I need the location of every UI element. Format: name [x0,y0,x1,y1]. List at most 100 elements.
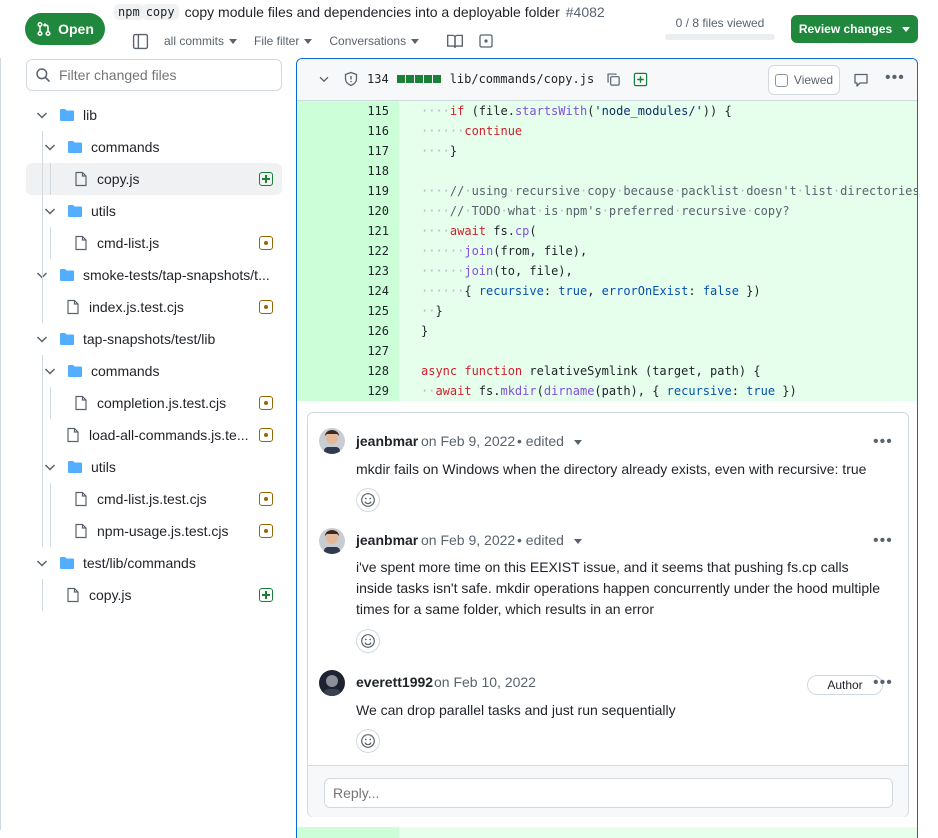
files-viewed-progress [665,34,775,40]
line-number[interactable]: 128 [347,364,389,378]
file-added-icon [259,588,273,602]
sidebar-toggle-icon[interactable] [132,33,149,50]
code-text: ······join(from, file), [421,244,588,258]
line-number[interactable]: 117 [347,144,389,158]
diff-file-path[interactable]: lib/commands/copy.js [450,72,595,86]
code-text: ······{ recursive: true, errorOnExist: f… [421,284,761,298]
line-number[interactable]: 115 [347,104,389,118]
tree-file-row[interactable]: copy.js [73,163,329,195]
chevron-down-icon[interactable] [574,440,582,445]
code-text: ····//·using·recursive·copy·because·pack… [421,184,917,198]
more-options-icon[interactable]: ••• [873,532,893,550]
tree-folder-row[interactable]: utils [42,195,298,227]
line-number[interactable]: 125 [347,304,389,318]
chevron-down-icon[interactable] [42,203,58,219]
tree-file-row[interactable]: completion.js.test.cjs [73,387,329,419]
git-pull-request-icon [37,21,51,37]
book-icon[interactable] [446,32,464,50]
comment-date[interactable]: on Feb 10, 2022 [434,674,536,690]
code-text: async function relativeSymlink (target, … [421,364,761,378]
line-number[interactable]: 122 [347,244,389,258]
file-diff-panel: 134 lib/commands/copy.js Viewed ••• 115 ·… [296,58,918,838]
line-number[interactable]: 119 [347,184,389,198]
tree-file-row[interactable]: load-all-commands.js.te... [65,419,321,451]
chevron-down-icon[interactable] [34,331,50,347]
comment-author[interactable]: jeanbmar [356,433,418,449]
line-number[interactable]: 123 [347,264,389,278]
tree-folder-row[interactable]: lib [34,99,290,131]
add-reaction-button[interactable] [356,629,380,653]
more-options-icon[interactable]: ••• [885,69,905,87]
commits-dropdown[interactable]: all commits [164,34,238,48]
comment-author[interactable]: jeanbmar [356,532,418,548]
chevron-down-icon[interactable] [34,107,50,123]
chevron-down-icon [902,26,911,32]
avatar[interactable] [319,428,345,454]
tree-file-row[interactable]: copy.js [65,579,321,611]
file-modified-icon [259,300,273,314]
line-number[interactable]: 116 [347,124,389,138]
chevron-down-icon[interactable] [42,363,58,379]
file-filter-dropdown[interactable]: File filter [254,34,313,48]
reply-input[interactable] [324,778,893,808]
tree-file-row[interactable]: npm-usage.js.test.cjs [73,515,329,547]
viewed-toggle[interactable]: Viewed [768,65,840,95]
line-number[interactable]: 118 [347,164,389,178]
tree-folder-row[interactable]: test/lib/commands [34,547,290,579]
diff-line: 129 ··await fs.mkdir(dirname(path), { rec… [297,381,917,401]
review-changes-button[interactable]: Review changes [791,15,918,43]
diff-file-header: 134 lib/commands/copy.js Viewed ••• [297,59,917,101]
files-viewed-count: 0 / 8 files viewed [675,16,765,30]
filter-files-input[interactable] [59,67,269,83]
diff-line: 125 ··} [297,301,917,321]
tree-folder-row[interactable]: commands [42,355,298,387]
chevron-down-icon[interactable] [42,459,58,475]
comment-edited[interactable]: • edited [517,532,564,548]
diff-line: 126} [297,321,917,341]
file-diff-icon[interactable] [478,33,494,49]
tree-guide-line [42,355,43,547]
comment-author[interactable]: everett1992 [356,674,433,690]
chevron-down-icon[interactable] [34,555,50,571]
comment-edited[interactable]: • edited [517,433,564,449]
tree-folder-row[interactable]: commands [42,131,298,163]
tree-folder-row[interactable]: tap-snapshots/test/lib [34,323,290,355]
line-number[interactable]: 124 [347,284,389,298]
tree-file-row[interactable]: cmd-list.js.test.cjs [73,483,329,515]
more-options-icon[interactable]: ••• [873,674,893,692]
avatar[interactable] [319,670,345,696]
code-text: ····await fs.cp( [421,224,537,238]
code-text: ··await fs.mkdir(dirname(path), { recurs… [421,384,797,398]
line-number[interactable]: 126 [347,324,389,338]
conversations-dropdown[interactable]: Conversations [329,34,420,48]
tree-folder-row[interactable]: smoke-tests/tap-snapshots/t... [34,259,290,291]
add-reaction-button[interactable] [356,488,380,512]
more-options-icon[interactable]: ••• [873,433,893,451]
shield-icon[interactable] [343,71,359,87]
viewed-checkbox[interactable] [774,73,788,87]
folder-icon [59,331,75,347]
line-number[interactable]: 121 [347,224,389,238]
folder-icon [67,139,83,155]
copy-icon[interactable] [606,72,621,87]
file-icon [73,523,89,539]
tree-file-row[interactable]: cmd-list.js [73,227,329,259]
comment-icon[interactable] [853,72,869,88]
comment-date[interactable]: on Feb 9, 2022 [421,532,515,548]
line-number[interactable]: 129 [347,384,389,398]
chevron-down-icon[interactable] [574,539,582,544]
tree-file-row[interactable]: index.js.test.cjs [65,291,321,323]
code-diff-lines: 115 ····if (file.startsWith('node_modules… [297,101,917,401]
comment-date[interactable]: on Feb 9, 2022 [421,433,515,449]
filter-files-box[interactable] [26,59,282,91]
comment-body: i've spent more time on this EEXIST issu… [356,559,881,617]
chevron-down-icon[interactable] [317,72,331,86]
chevron-down-icon[interactable] [42,139,58,155]
line-number[interactable]: 120 [347,204,389,218]
add-reaction-button[interactable] [356,729,380,753]
tree-item-label: copy.js [89,587,132,603]
tree-item-label: lib [83,107,98,123]
tree-folder-row[interactable]: utils [42,451,298,483]
line-number[interactable]: 127 [347,344,389,358]
avatar[interactable] [319,528,345,554]
